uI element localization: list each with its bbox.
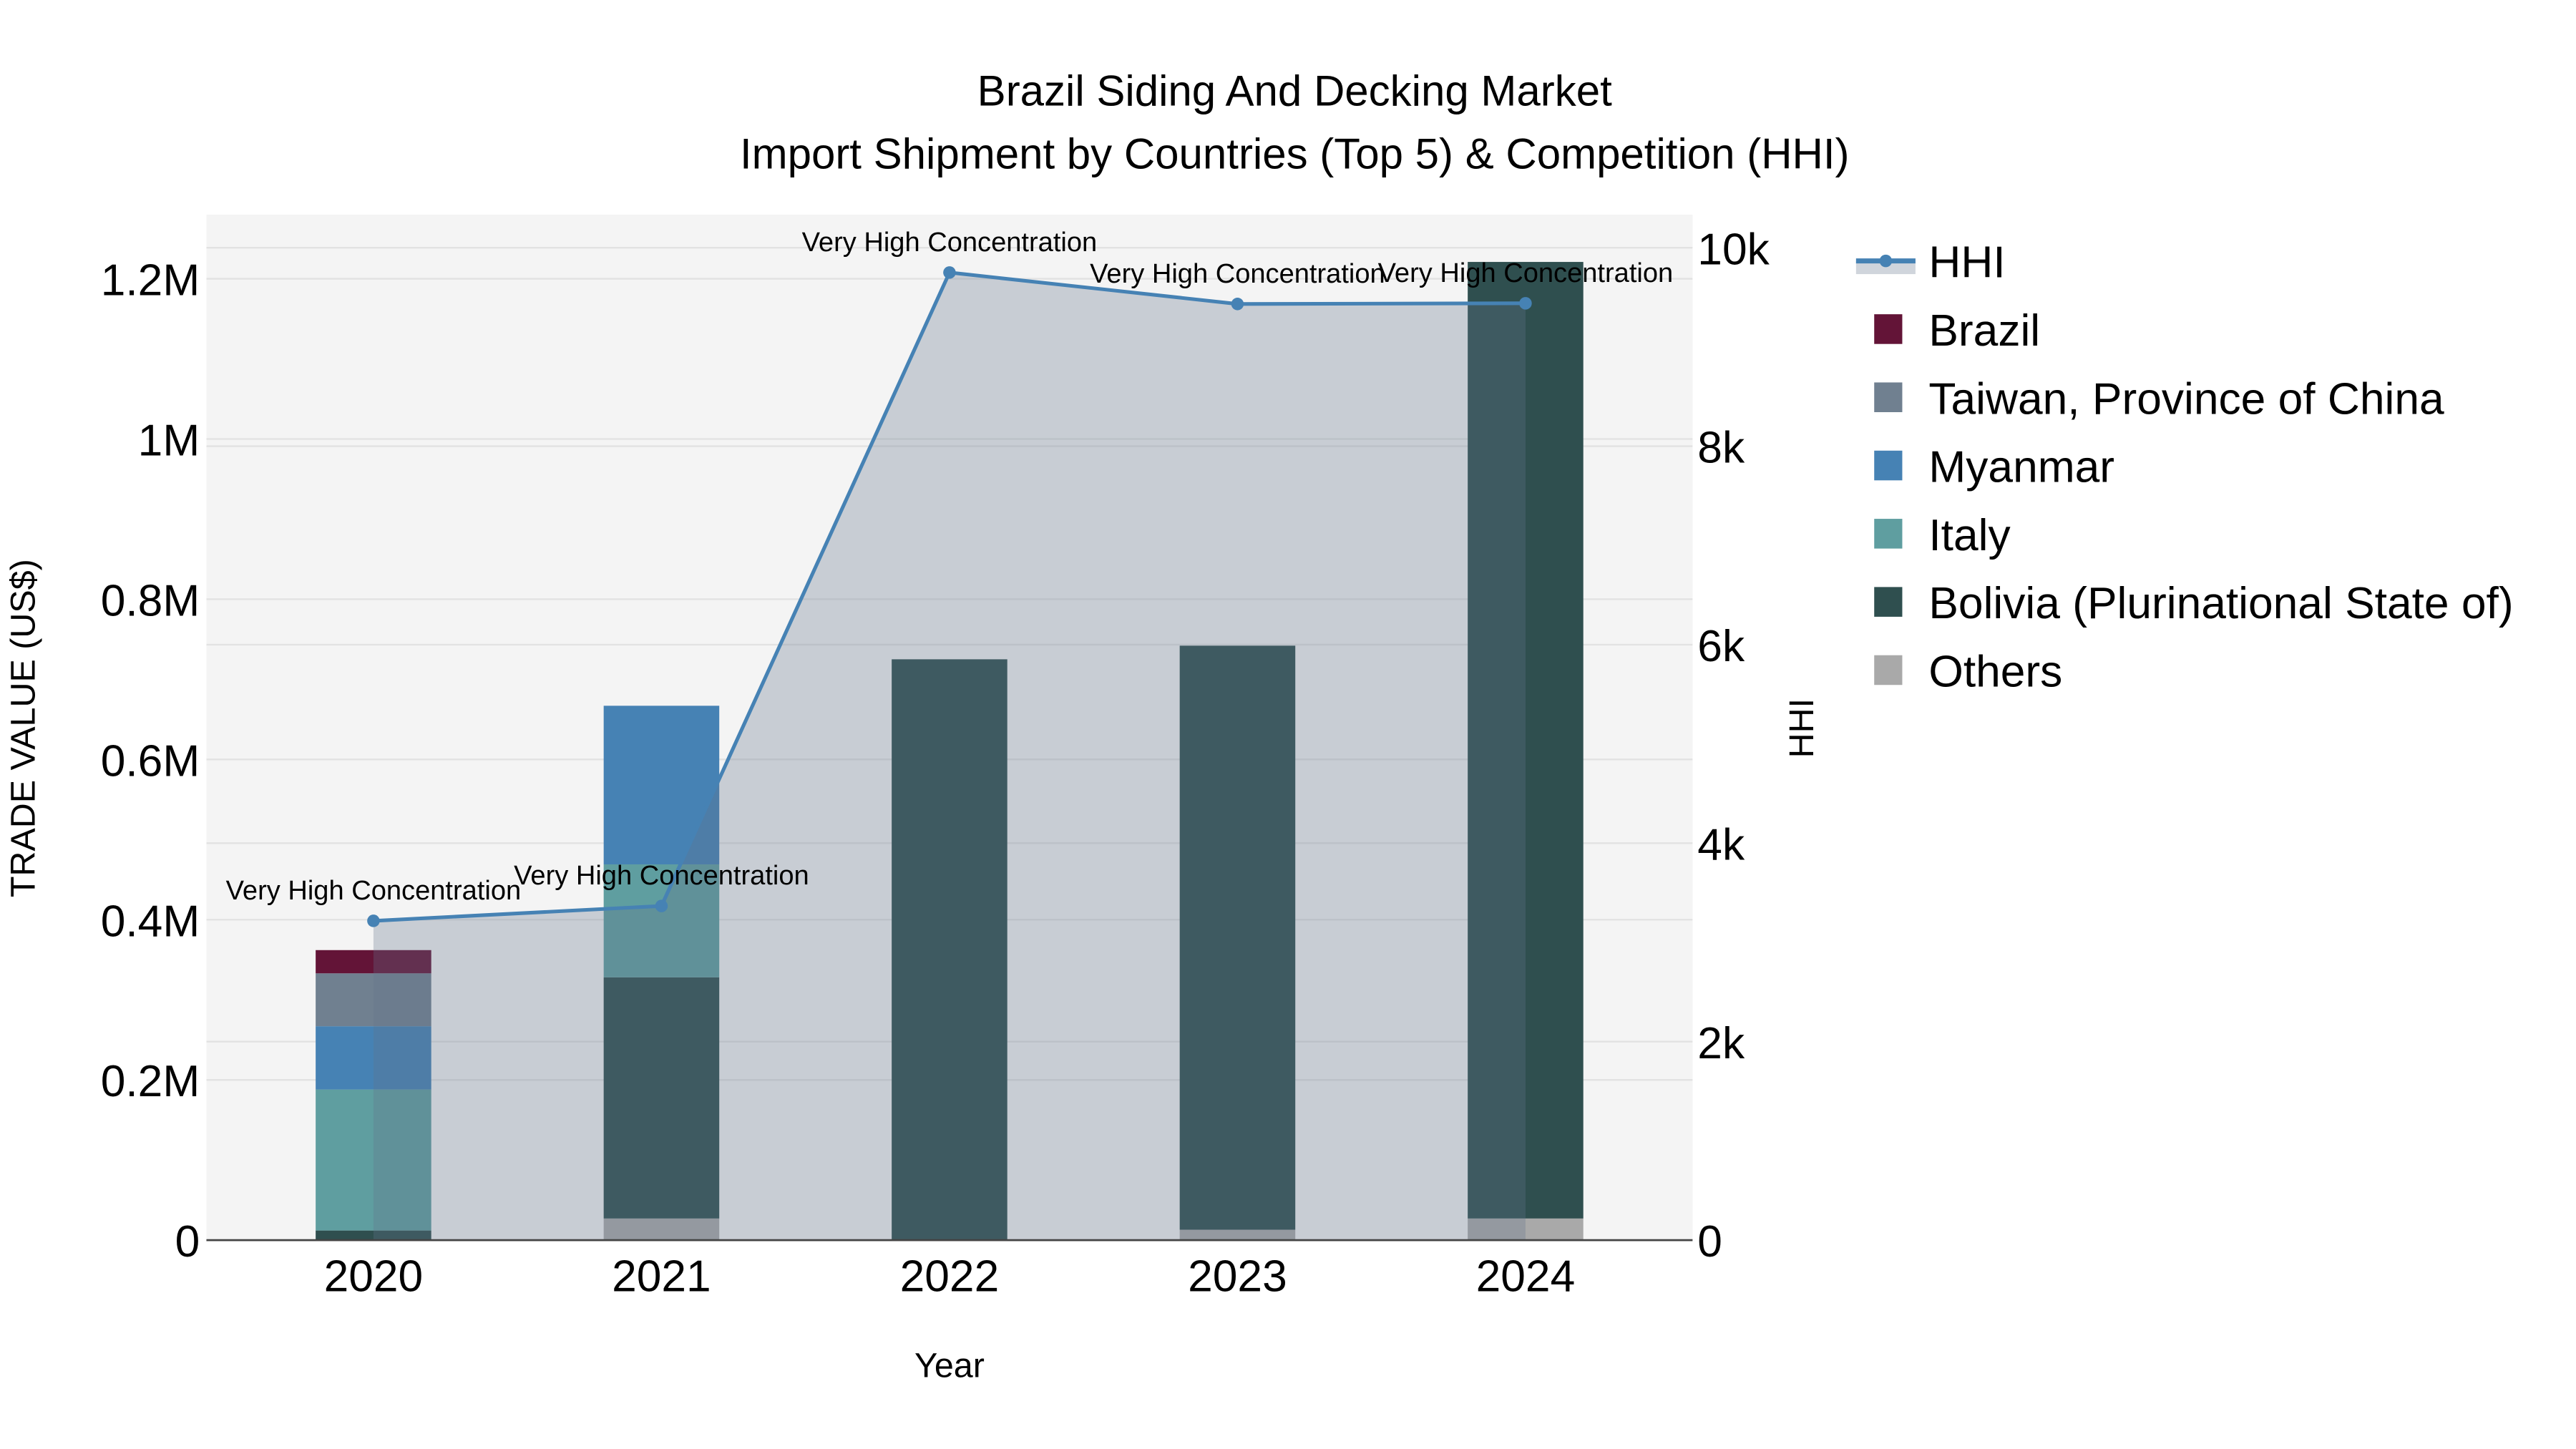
y-axis-ticks: 0 0.2M 0.4M 0.6M 0.8M 1M 1.2M <box>101 256 200 1267</box>
hhi-point-2024 <box>1519 297 1532 310</box>
x-axis-label: Year <box>914 1347 985 1385</box>
legend-swatch-brazil <box>1874 314 1903 344</box>
hhi-annotation: Very High Concentration <box>514 861 809 891</box>
legend-swatch-others <box>1874 655 1903 686</box>
y-tick-label: 0.6M <box>101 736 200 786</box>
y-tick-label: 0 <box>175 1217 200 1267</box>
y2-tick-label: 4k <box>1697 820 1745 869</box>
legend-label: Brazil <box>1928 306 2040 356</box>
legend-swatch-italy <box>1874 519 1903 549</box>
legend-swatch-bolivia-plurinational-state-of- <box>1874 587 1903 617</box>
y2-tick-label: 2k <box>1697 1019 1745 1068</box>
y-tick-label: 0.4M <box>101 897 200 946</box>
hhi-annotation: Very High Concentration <box>802 228 1098 258</box>
hhi-point-2021 <box>655 899 668 912</box>
y2-tick-label: 0 <box>1697 1217 1722 1267</box>
legend-swatch-myanmar <box>1874 450 1903 481</box>
y-tick-label: 1.2M <box>101 256 200 306</box>
chart-title: Brazil Siding And Decking Market <box>977 67 1612 115</box>
chart-subtitle: Import Shipment by Countries (Top 5) & C… <box>740 130 1850 177</box>
legend-label: Others <box>1928 648 2062 697</box>
hhi-point-2023 <box>1231 298 1244 311</box>
legend-label-hhi: HHI <box>1928 238 2005 288</box>
legend-label: Myanmar <box>1928 443 2114 492</box>
x-tick-label: 2021 <box>612 1252 711 1302</box>
y-tick-label: 0.8M <box>101 576 200 625</box>
y-tick-label: 0.2M <box>101 1057 200 1106</box>
hhi-annotation: Very High Concentration <box>1090 259 1385 289</box>
x-tick-label: 2023 <box>1188 1252 1287 1302</box>
x-axis-ticks: 2020 2021 2022 2023 2024 <box>324 1252 1576 1302</box>
hhi-point-2022 <box>943 266 956 279</box>
legend-hhi-marker <box>1879 254 1893 268</box>
legend-label: Italy <box>1928 511 2011 560</box>
hhi-annotation: Very High Concentration <box>226 876 522 906</box>
y2-tick-label: 6k <box>1697 622 1745 671</box>
chart: Brazil Siding And Decking Market Import … <box>4 67 2514 1385</box>
y-axis-label: TRADE VALUE (US$) <box>4 559 42 897</box>
x-tick-label: 2024 <box>1476 1252 1576 1302</box>
legend: HHI Brazil Taiwan, Province of China Myanma… <box>1855 238 2514 697</box>
y2-axis-label: HHI <box>1782 698 1821 758</box>
y2-tick-label: 8k <box>1697 424 1745 473</box>
y2-axis-ticks: 0 2k 4k 6k 8k 10k <box>1697 225 1770 1267</box>
legend-label: Bolivia (Plurinational State of) <box>1928 579 2513 628</box>
hhi-point-2020 <box>367 914 380 927</box>
legend-label: Taiwan, Province of China <box>1928 374 2444 424</box>
hhi-annotation: Very High Concentration <box>1378 258 1674 288</box>
y-tick-label: 1M <box>138 416 200 466</box>
x-tick-label: 2020 <box>324 1252 424 1302</box>
y2-tick-label: 10k <box>1697 225 1770 274</box>
legend-swatch-taiwan-province-of-china <box>1874 382 1903 412</box>
x-tick-label: 2022 <box>900 1252 1000 1302</box>
